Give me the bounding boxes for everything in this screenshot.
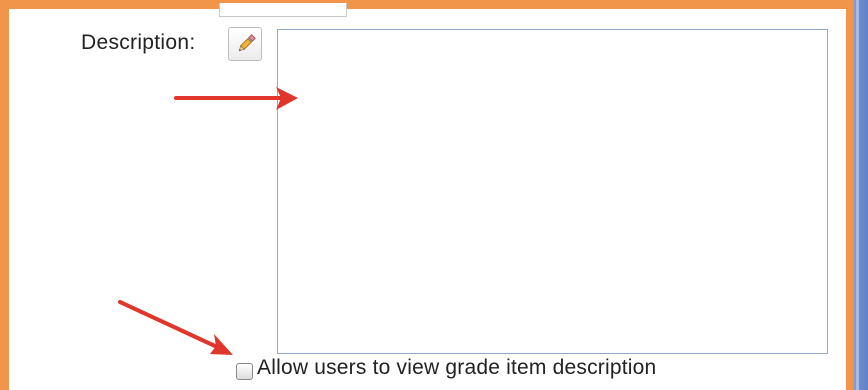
- allow-view-label: Allow users to view grade item descripti…: [257, 356, 657, 379]
- allow-view-row: Allow users to view grade item descripti…: [236, 355, 656, 381]
- edit-description-button[interactable]: [228, 27, 262, 61]
- highlight-border-top: [0, 0, 856, 9]
- content-frame: Description: Allow users to view grade i…: [0, 0, 868, 390]
- previous-field-input[interactable]: [219, 3, 347, 17]
- description-label: Description:: [81, 31, 196, 54]
- allow-view-checkbox[interactable]: [236, 362, 253, 380]
- pencil-icon: [238, 34, 256, 52]
- description-textarea[interactable]: [277, 29, 828, 354]
- arrow-to-checkbox: [118, 300, 233, 355]
- highlight-border-left: [0, 0, 9, 390]
- scrollbar[interactable]: [853, 0, 868, 390]
- highlight-border-right: [846, 0, 853, 390]
